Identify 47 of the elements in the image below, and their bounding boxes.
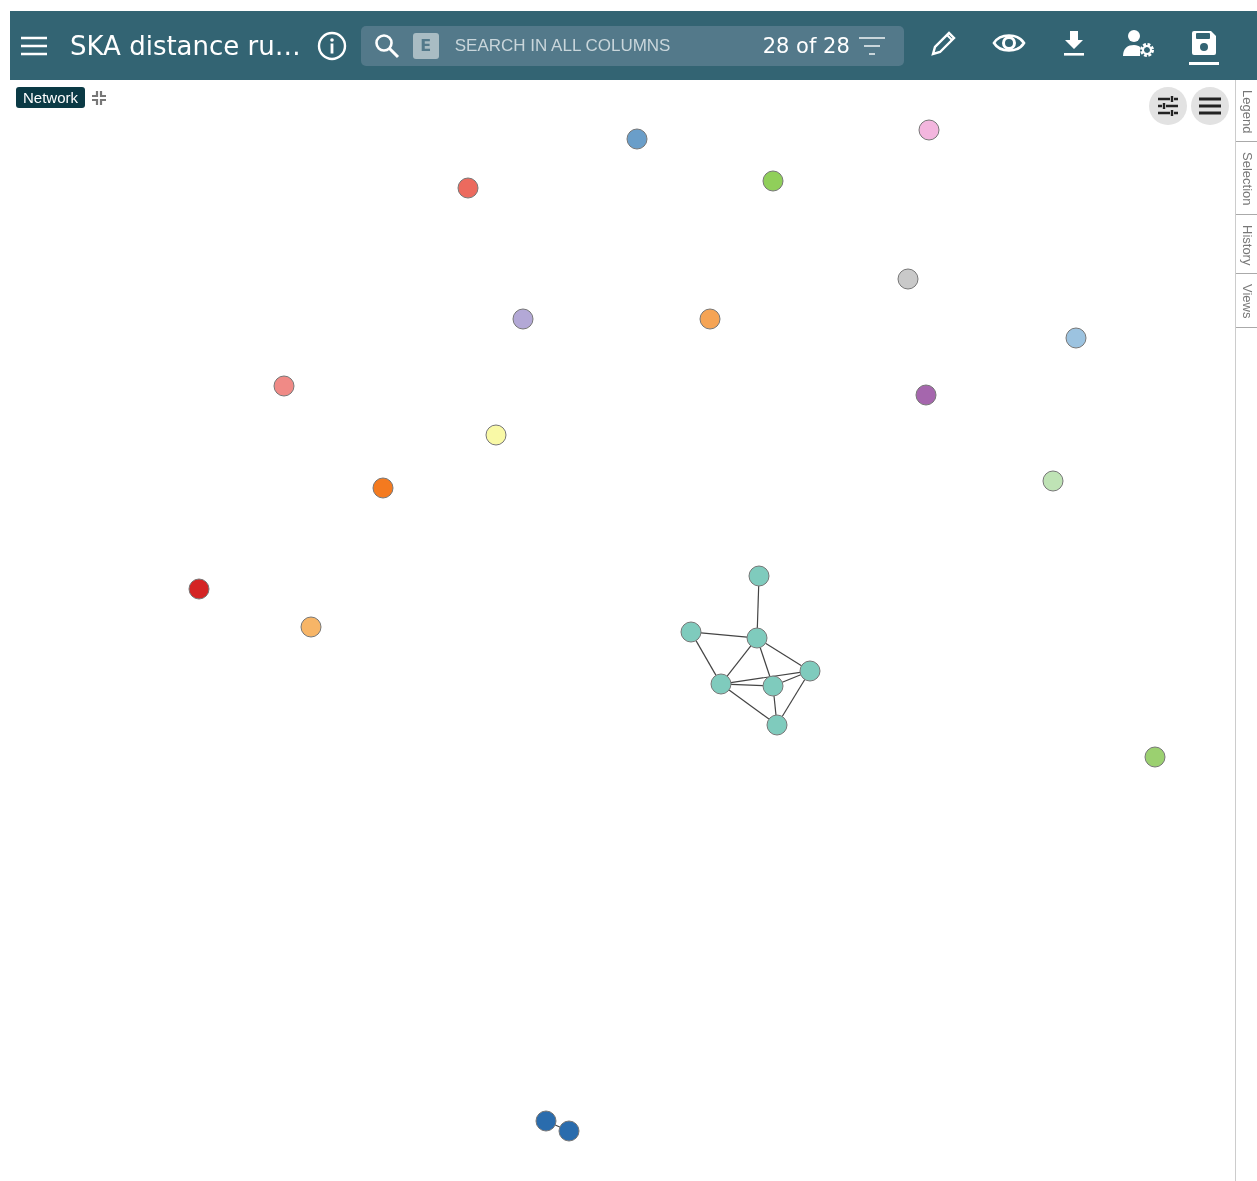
sliders-icon bbox=[1156, 94, 1180, 118]
info-button[interactable] bbox=[316, 30, 347, 61]
network-node[interactable] bbox=[680, 621, 702, 643]
network-node[interactable] bbox=[799, 660, 821, 682]
app-title: SKA distance ru… bbox=[70, 30, 301, 61]
network-node[interactable] bbox=[1065, 327, 1087, 349]
settings-button[interactable] bbox=[1149, 87, 1187, 125]
network-node[interactable] bbox=[300, 616, 322, 638]
network-node[interactable] bbox=[485, 424, 507, 446]
network-node[interactable] bbox=[766, 714, 788, 736]
network-edge bbox=[695, 640, 717, 676]
network-edge bbox=[773, 695, 777, 716]
menu-button[interactable] bbox=[1191, 87, 1229, 125]
network-node[interactable] bbox=[918, 119, 940, 141]
search-mode-toggle[interactable]: E bbox=[412, 32, 439, 59]
menu-icon bbox=[20, 34, 48, 57]
network-node[interactable] bbox=[915, 384, 937, 406]
network-node[interactable] bbox=[1144, 746, 1166, 768]
network-node[interactable] bbox=[558, 1120, 580, 1142]
network-edge bbox=[554, 1124, 561, 1128]
network-edge bbox=[756, 585, 760, 629]
info-icon bbox=[316, 30, 347, 61]
search-icon bbox=[372, 31, 401, 60]
network-node[interactable] bbox=[748, 565, 770, 587]
filter-icon[interactable] bbox=[857, 34, 886, 57]
row-count: 28 of 28 bbox=[762, 33, 850, 58]
network-node[interactable] bbox=[746, 627, 768, 649]
network-node[interactable] bbox=[762, 675, 784, 697]
network-edge bbox=[700, 632, 748, 638]
network-node[interactable] bbox=[188, 578, 210, 600]
network-node[interactable] bbox=[535, 1110, 557, 1132]
network-node[interactable] bbox=[710, 673, 732, 695]
collapse-icon[interactable] bbox=[91, 89, 107, 106]
network-node[interactable] bbox=[273, 375, 295, 397]
network-edge bbox=[728, 689, 770, 720]
network-node[interactable] bbox=[372, 477, 394, 499]
search-field[interactable]: E SEARCH IN ALL COLUMNS 28 of 28 bbox=[360, 25, 904, 66]
network-node[interactable] bbox=[699, 308, 721, 330]
menu-button[interactable] bbox=[20, 34, 48, 57]
network-node[interactable] bbox=[512, 308, 534, 330]
network-node[interactable] bbox=[762, 170, 784, 192]
menu-icon bbox=[1198, 96, 1222, 116]
view-badge: Network bbox=[16, 87, 85, 108]
network-node[interactable] bbox=[1042, 470, 1064, 492]
network-node[interactable] bbox=[457, 177, 479, 199]
network-node[interactable] bbox=[626, 128, 648, 150]
network-node[interactable] bbox=[897, 268, 919, 290]
